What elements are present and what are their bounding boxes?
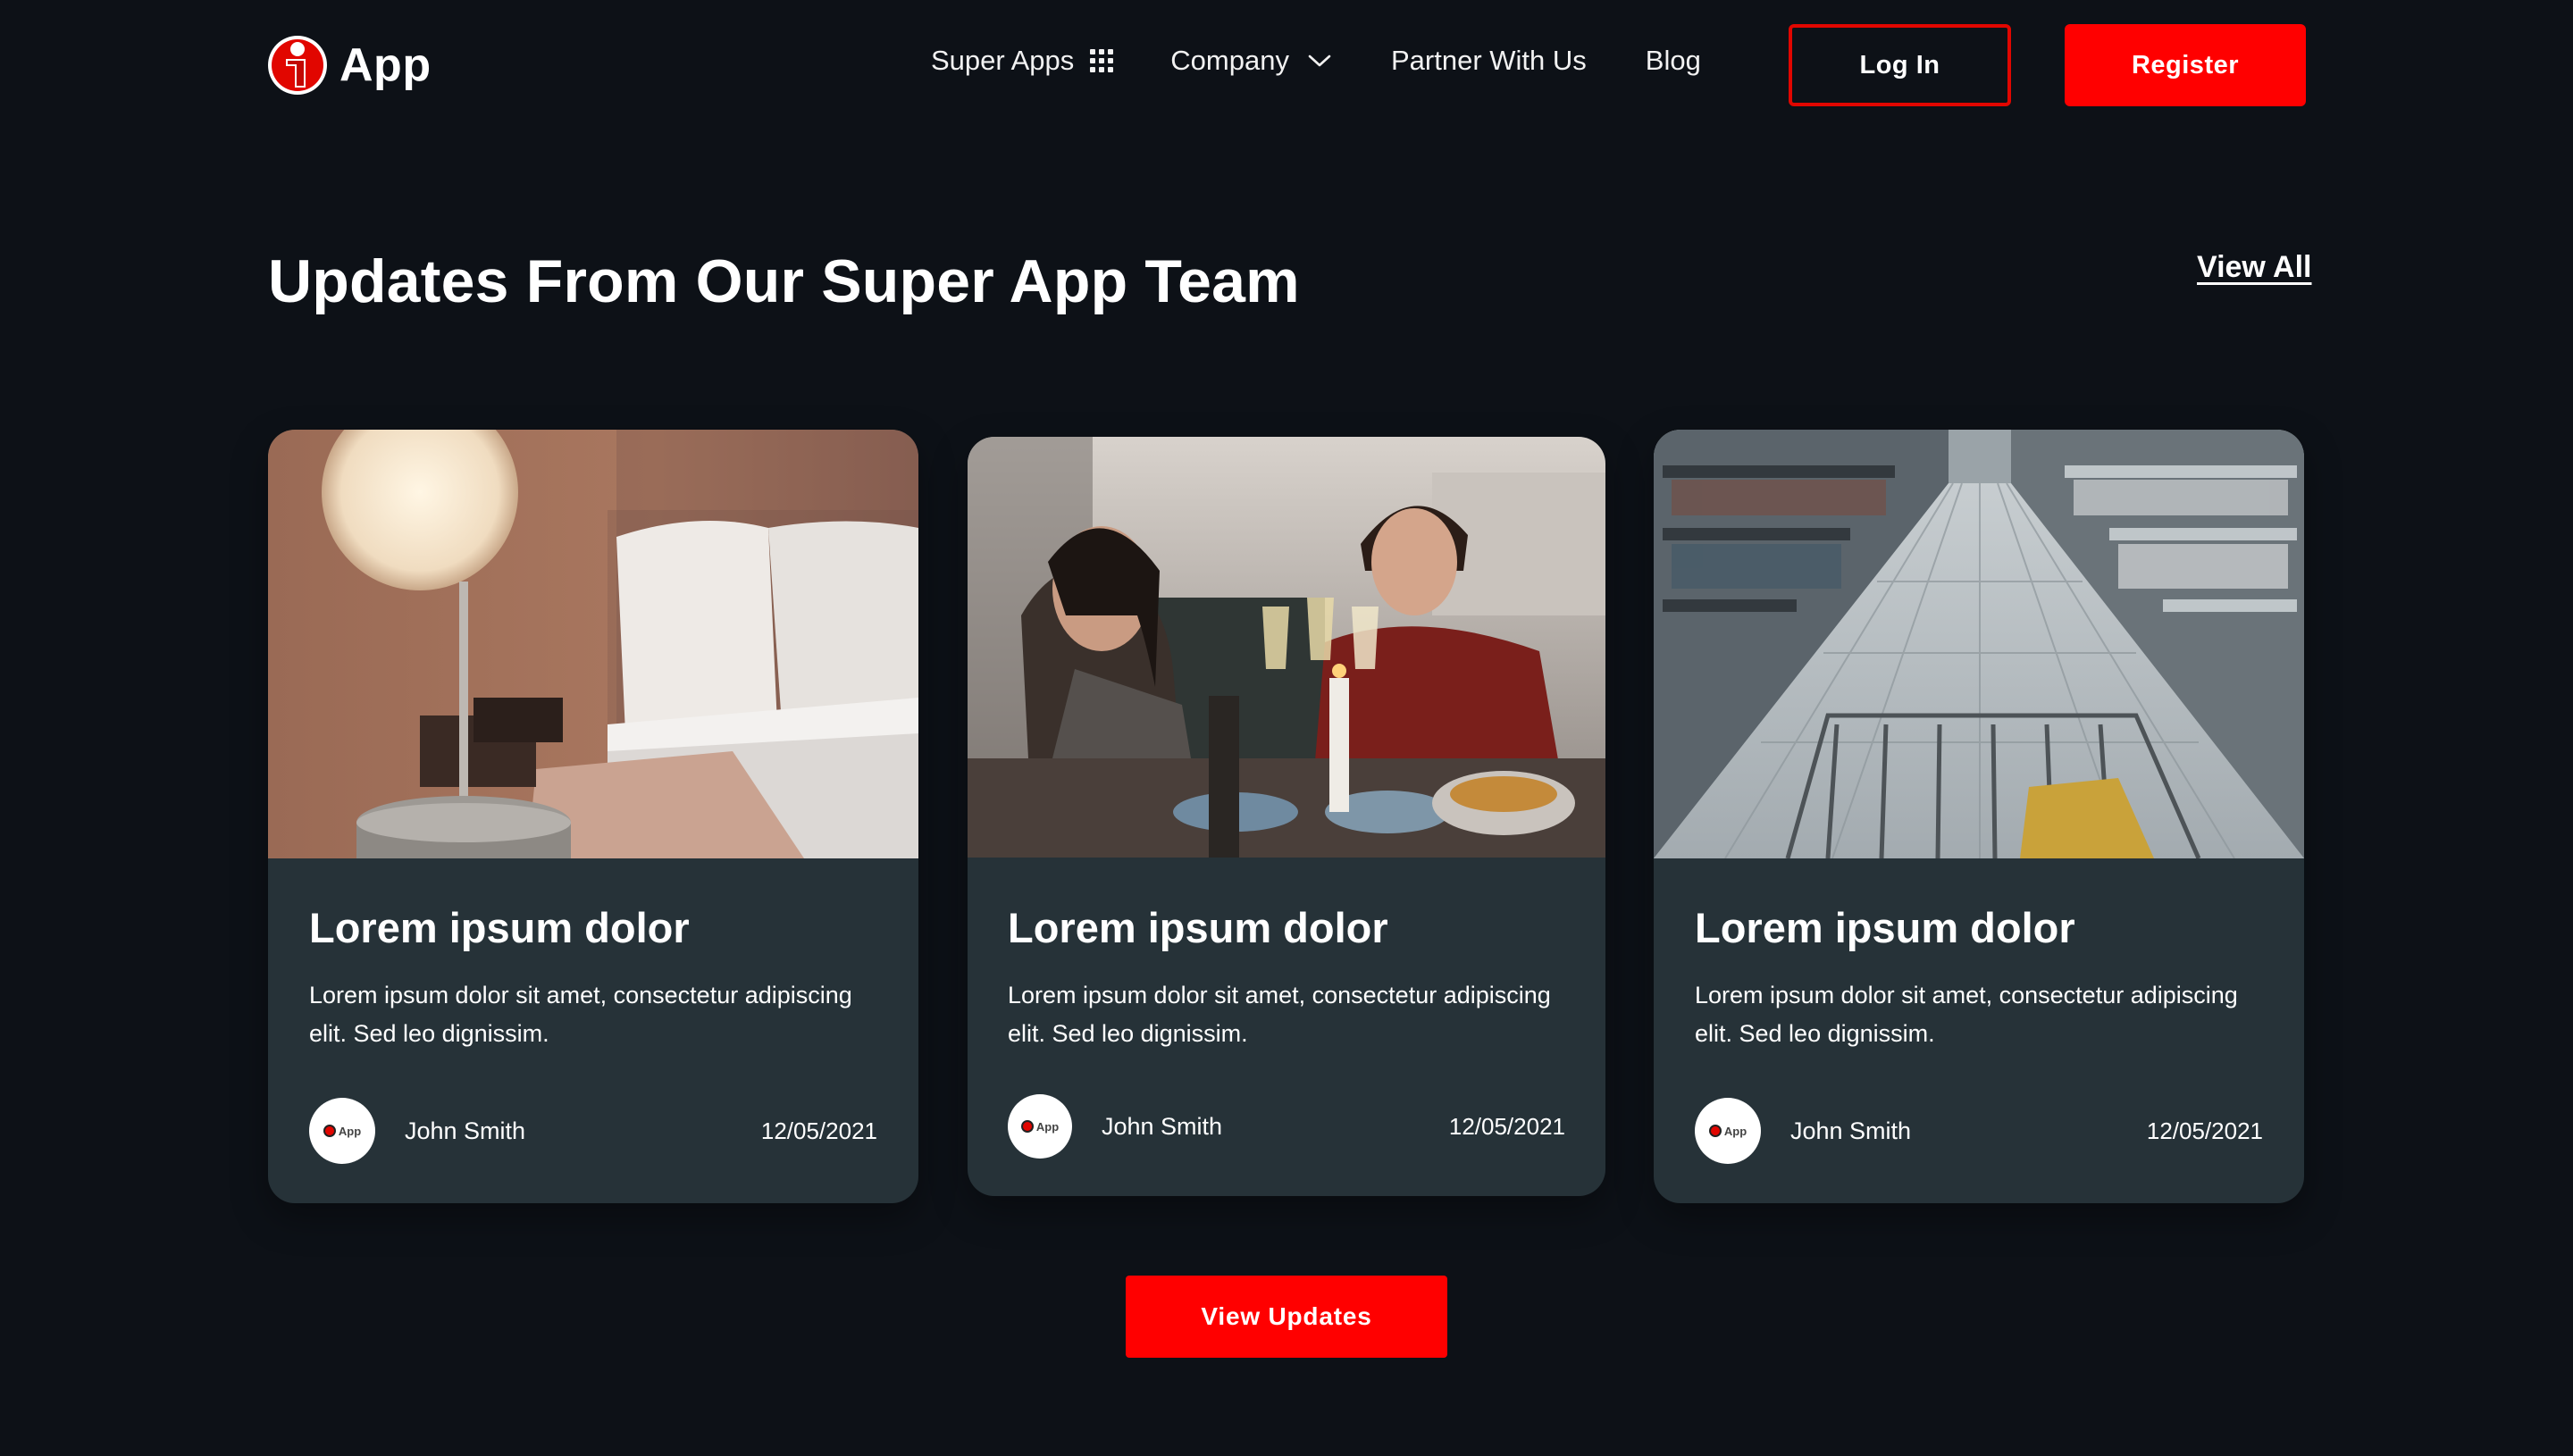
avatar-text: App: [1035, 1119, 1060, 1134]
nav-blog-label: Blog: [1645, 45, 1701, 76]
card-body: Lorem ipsum dolor Lorem ipsum dolor sit …: [1695, 903, 2263, 1053]
card-description: Lorem ipsum dolor sit amet, consectetur …: [1695, 982, 2238, 1048]
update-card[interactable]: Lorem ipsum dolor Lorem ipsum dolor sit …: [1654, 430, 2304, 1203]
logo-icon: [268, 36, 327, 95]
card-title[interactable]: Lorem ipsum dolor: [309, 903, 877, 953]
grid-icon: [1090, 49, 1114, 72]
card-title[interactable]: Lorem ipsum dolor: [1695, 903, 2263, 953]
avatar: App: [1008, 1094, 1072, 1159]
card-body: Lorem ipsum dolor Lorem ipsum dolor sit …: [309, 903, 877, 1053]
author-name: John Smith: [405, 1117, 526, 1144]
register-button[interactable]: Register: [2065, 24, 2306, 106]
avatar-text: App: [1723, 1124, 1747, 1138]
dinner-toast-image: [968, 437, 1605, 858]
card-title[interactable]: Lorem ipsum dolor: [1008, 903, 1565, 953]
nav-blog[interactable]: Blog: [1646, 45, 1701, 77]
bedside-lamp-image: [268, 430, 918, 858]
card-meta: App John Smith 12/05/2021: [309, 1098, 877, 1164]
update-card[interactable]: Lorem ipsum dolor Lorem ipsum dolor sit …: [968, 437, 1605, 1196]
chevron-down-icon: [1308, 54, 1331, 67]
supermarket-aisle-image: [1654, 430, 2304, 858]
card-image: [968, 437, 1605, 858]
post-date: 12/05/2021: [1448, 1112, 1565, 1140]
post-date: 12/05/2021: [760, 1117, 877, 1144]
card-meta: App John Smith 12/05/2021: [1695, 1098, 2263, 1164]
card-description: Lorem ipsum dolor sit amet, consectetur …: [309, 982, 852, 1048]
nav-partner-label: Partner With Us: [1390, 45, 1587, 76]
nav-super-apps[interactable]: Super Apps: [931, 45, 1114, 77]
nav-super-apps-label: Super Apps: [931, 45, 1075, 76]
logo[interactable]: App: [266, 32, 432, 98]
section-title: Updates From Our Super App Team: [268, 247, 1300, 315]
app-logo-icon: [323, 1125, 336, 1137]
nav-company[interactable]: Company: [1170, 45, 1332, 77]
nav-company-label: Company: [1170, 45, 1289, 76]
view-all-link[interactable]: View All: [2197, 250, 2312, 285]
nav-partner[interactable]: Partner With Us: [1391, 45, 1587, 77]
card-image: [268, 430, 918, 858]
site-header: App Super Apps Company Partner With Us B…: [0, 0, 2573, 134]
logo-text: App: [339, 39, 432, 91]
author-name: John Smith: [1102, 1112, 1223, 1140]
login-button[interactable]: Log In: [1789, 24, 2011, 106]
avatar: App: [309, 1098, 375, 1164]
avatar-text: App: [338, 1124, 362, 1138]
main-nav: Super Apps Company Partner With Us Blog: [931, 36, 1701, 86]
view-updates-button[interactable]: View Updates: [1126, 1276, 1447, 1358]
post-date: 12/05/2021: [2146, 1117, 2263, 1144]
app-logo-icon: [1020, 1120, 1034, 1133]
card-image: [1654, 430, 2304, 858]
card-body: Lorem ipsum dolor Lorem ipsum dolor sit …: [1008, 903, 1565, 1053]
card-description: Lorem ipsum dolor sit amet, consectetur …: [1008, 982, 1551, 1048]
author-name: John Smith: [1790, 1117, 1912, 1144]
avatar: App: [1695, 1098, 1761, 1164]
update-card[interactable]: Lorem ipsum dolor Lorem ipsum dolor sit …: [268, 430, 918, 1203]
card-meta: App John Smith 12/05/2021: [1008, 1094, 1565, 1159]
app-logo-icon: [1708, 1125, 1722, 1137]
